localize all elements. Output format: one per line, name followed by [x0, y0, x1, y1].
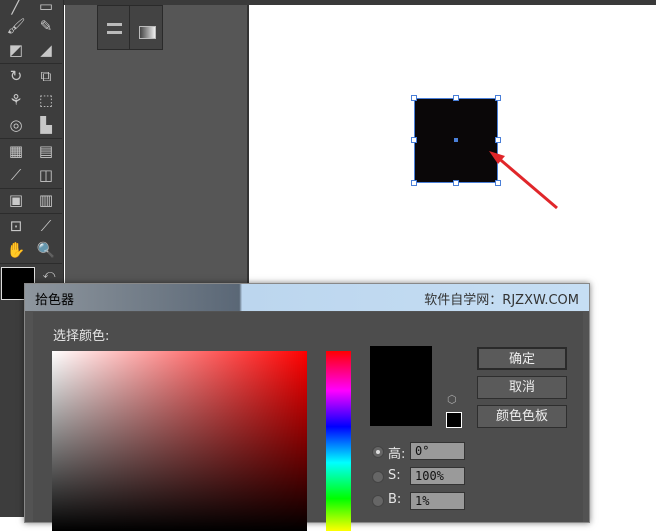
dialog-title: 拾色器: [35, 293, 75, 308]
web-color-cube-icon[interactable]: ⬡: [447, 393, 457, 406]
hue-slider[interactable]: [326, 351, 351, 531]
hue-radio[interactable]: [372, 446, 384, 458]
cancel-button[interactable]: 取消: [477, 376, 567, 399]
saturation-input[interactable]: 100%: [410, 467, 465, 485]
select-color-label: 选择颜色:: [53, 329, 110, 344]
hue-label: 高:: [388, 447, 406, 462]
saturation-brightness-field[interactable]: [52, 351, 307, 531]
saturation-label: S:: [388, 468, 401, 483]
watermark-text: 软件自学网：RJZXW.COM: [424, 293, 579, 308]
color-swatches-button[interactable]: 颜色色板: [477, 405, 567, 428]
dialog-body: 选择颜色: ⬡ 确定 取消 颜色色板 高: 0° S: 100% B: 1%: [33, 312, 583, 531]
brightness-input[interactable]: 1%: [410, 492, 465, 510]
dialog-titlebar[interactable]: 拾色器 软件自学网：RJZXW.COM: [25, 284, 589, 311]
brightness-radio[interactable]: [372, 495, 384, 507]
ok-button[interactable]: 确定: [477, 347, 567, 370]
saturation-radio[interactable]: [372, 471, 384, 483]
new-color-preview: [370, 346, 432, 426]
web-safe-color-swatch[interactable]: [446, 412, 462, 428]
brightness-label: B:: [388, 492, 402, 507]
hue-input[interactable]: 0°: [410, 442, 465, 460]
color-picker-dialog: 拾色器 软件自学网：RJZXW.COM 选择颜色: ⬡ 确定 取消 颜色色板 高…: [24, 283, 590, 531]
